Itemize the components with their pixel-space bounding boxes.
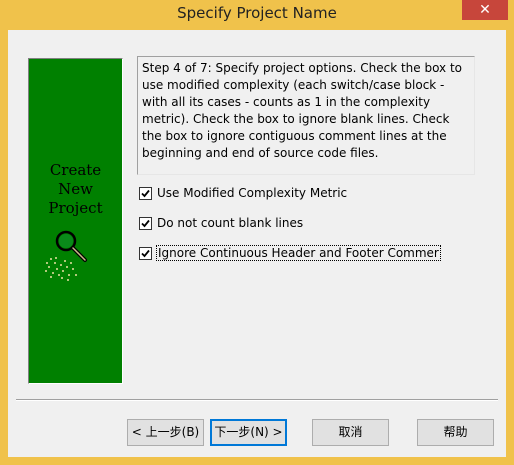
checkmark-icon (141, 249, 150, 257)
option-blank-lines[interactable]: Do not count blank lines (139, 215, 303, 231)
caption-line-new: New (58, 180, 93, 198)
caption-line-create: Create (49, 161, 102, 179)
wizard-image-caption: Create New Project (29, 161, 122, 218)
cancel-button[interactable]: 取消 (312, 419, 389, 446)
close-button[interactable]: ✕ (462, 0, 508, 20)
close-icon: ✕ (479, 2, 491, 18)
header-footer-label[interactable]: Ignore Continuous Header and Footer Comm… (156, 245, 441, 261)
wizard-image-panel: Create New Project (28, 58, 123, 384)
title-bar[interactable]: Specify Project Name ✕ (0, 0, 514, 30)
step-description: Step 4 of 7: Specify project options. Ch… (137, 56, 475, 175)
modified-complexity-label[interactable]: Use Modified Complexity Metric (157, 186, 347, 200)
back-button[interactable]: < 上一步(B) (127, 419, 204, 446)
button-separator (16, 399, 498, 401)
next-button[interactable]: 下一步(N) > (210, 419, 287, 446)
dialog-window: Specify Project Name ✕ Create New Projec… (0, 0, 514, 465)
checkmark-icon (141, 219, 150, 227)
magnifier-icon (45, 230, 87, 281)
caption-line-project: Project (48, 199, 103, 217)
dialog-client-area: Create New Project Step 4 of 7: Specify … (8, 30, 506, 457)
window-title: Specify Project Name (177, 4, 337, 22)
help-button[interactable]: 帮助 (417, 419, 494, 446)
option-modified-complexity[interactable]: Use Modified Complexity Metric (139, 185, 347, 201)
blank-lines-label[interactable]: Do not count blank lines (157, 216, 303, 230)
header-footer-checkbox[interactable] (139, 246, 152, 260)
blank-lines-checkbox[interactable] (139, 216, 152, 230)
option-header-footer[interactable]: Ignore Continuous Header and Footer Comm… (139, 245, 441, 261)
checkmark-icon (141, 189, 150, 197)
modified-complexity-checkbox[interactable] (139, 186, 152, 200)
